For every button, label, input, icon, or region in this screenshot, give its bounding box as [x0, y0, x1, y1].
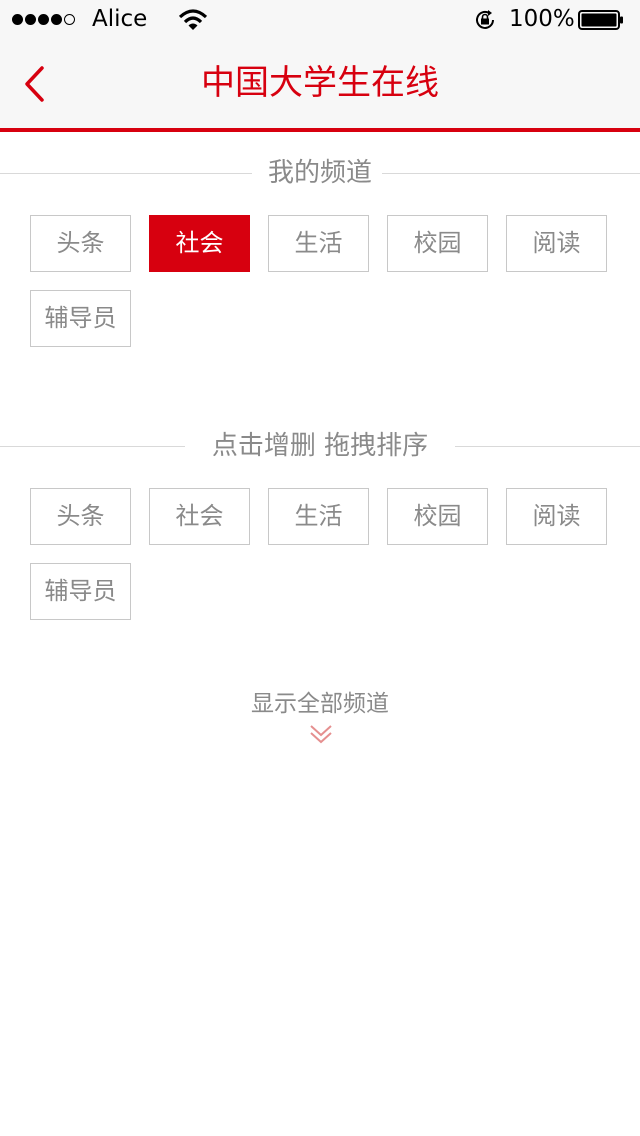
status-bar: Alice 100%	[0, 0, 640, 40]
channel-chip[interactable]: 校园	[387, 215, 488, 272]
channel-chip[interactable]: 阅读	[506, 215, 607, 272]
edit-channels-title: 点击增删 拖拽排序	[201, 431, 439, 461]
wifi-icon	[178, 9, 208, 30]
channel-chip[interactable]: 校园	[387, 488, 488, 545]
channel-chip[interactable]: 社会	[149, 215, 250, 272]
channel-chip[interactable]: 头条	[30, 215, 131, 272]
page-title: 中国大学生在线	[201, 63, 439, 103]
channel-chip[interactable]: 生活	[268, 215, 369, 272]
channel-chip[interactable]: 生活	[268, 488, 369, 545]
channel-chip[interactable]: 社会	[149, 488, 250, 545]
show-all-channels-button[interactable]: 显示全部频道	[0, 686, 640, 722]
battery-icon	[578, 10, 623, 30]
nav-bar: 中国大学生在线	[0, 40, 640, 128]
channel-chip[interactable]: 头条	[30, 488, 131, 545]
nav-divider	[0, 128, 640, 132]
edit-channels-header: 点击增删 拖拽排序	[0, 426, 640, 466]
rotation-lock-icon	[476, 10, 494, 29]
double-chevron-down-icon[interactable]	[309, 722, 333, 746]
carrier-name: Alice	[92, 6, 148, 32]
signal-strength-icon	[12, 14, 75, 25]
battery-percentage: 100%	[509, 6, 575, 32]
channel-chip[interactable]: 辅导员	[30, 563, 131, 620]
my-channels-title: 我的频道	[257, 158, 382, 188]
channel-chip[interactable]: 辅导员	[30, 290, 131, 347]
channel-chip[interactable]: 阅读	[506, 488, 607, 545]
my-channels-header: 我的频道	[0, 153, 640, 193]
